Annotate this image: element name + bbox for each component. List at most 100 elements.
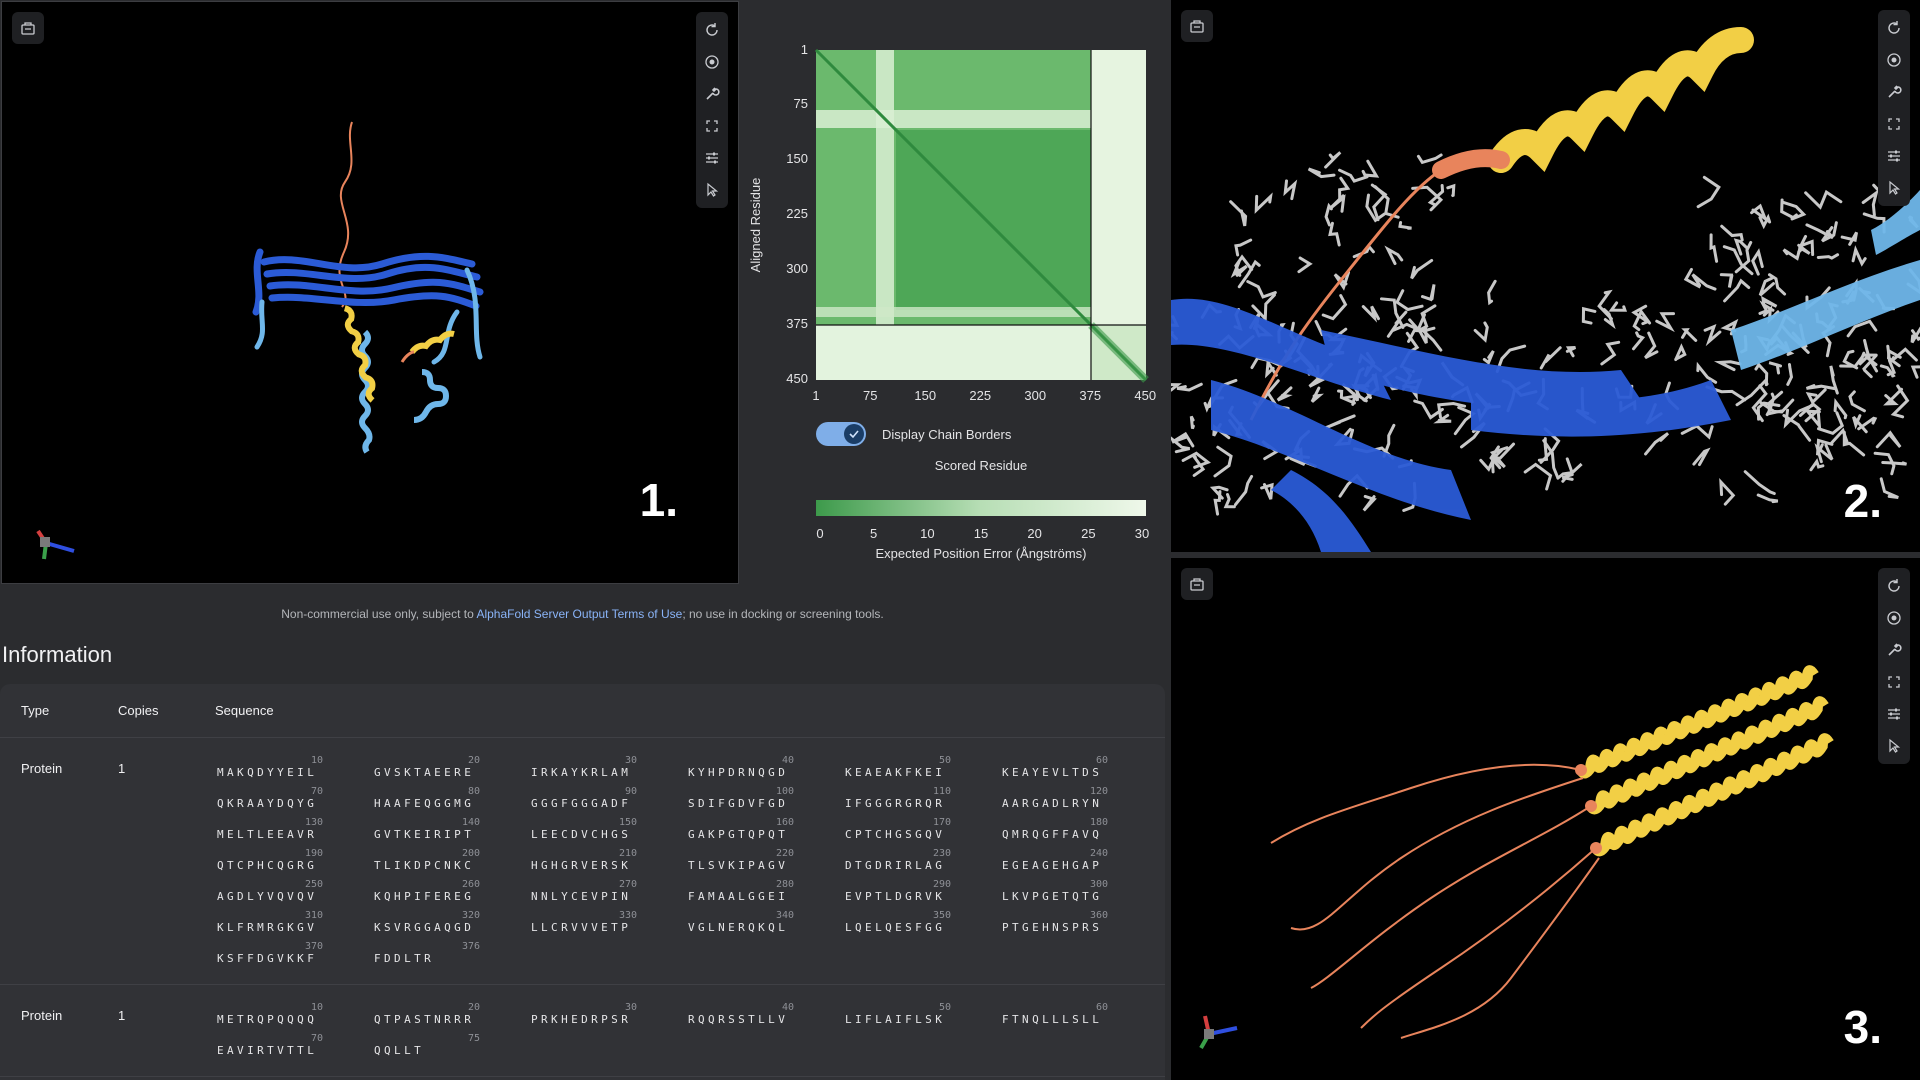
snapshot-button[interactable] <box>12 12 44 44</box>
fullscreen-button[interactable] <box>1878 666 1910 698</box>
sequence-block: 250 AGDLYVQVQV <box>215 876 335 907</box>
focus-button[interactable] <box>1878 602 1910 634</box>
tools-button[interactable] <box>696 78 728 110</box>
settings-button[interactable] <box>1878 140 1910 172</box>
check-icon <box>844 424 864 444</box>
panel-label: 2. <box>1843 475 1882 527</box>
residue-number: 230 <box>932 848 951 859</box>
residue-sequence: AGDLYVQVQV <box>217 890 318 903</box>
settings-button[interactable] <box>1878 698 1910 730</box>
colorbar-tick: 30 <box>1134 526 1150 541</box>
residue-number: 240 <box>1089 848 1108 859</box>
residue-sequence: GVTKEIRIPT <box>374 828 475 841</box>
snapshot-button[interactable] <box>1181 568 1213 600</box>
wrench-icon <box>1888 85 1902 98</box>
camera-box-icon <box>1190 20 1204 33</box>
pae-block-core <box>896 130 1091 310</box>
sliders-icon <box>706 152 718 164</box>
header-sequence: Sequence <box>215 703 274 718</box>
wrench-icon <box>706 87 720 100</box>
sequence-block: 280 FAMAALGGEI <box>686 876 806 907</box>
orientation-axes-icon <box>36 529 75 560</box>
sequence-block: 20 QTPASTNRRR <box>372 999 492 1030</box>
sequence-block: 75 QQLLT <box>372 1030 492 1061</box>
residue-sequence: LIFLAIFLSK <box>845 1013 946 1026</box>
residue-sequence: KSFFDGVKKF <box>217 952 318 965</box>
sequence-block: 220 TLSVKIPAGV <box>686 845 806 876</box>
residue-number: 370 <box>304 941 323 952</box>
residue-number: 290 <box>932 879 951 890</box>
structure-viewer-3[interactable]: 3. <box>1171 558 1920 1080</box>
tools-button[interactable] <box>1878 76 1910 108</box>
sequence-block: 360 PTGEHNSPRS <box>1000 907 1120 938</box>
focus-button[interactable] <box>1878 44 1910 76</box>
sequence-block: 300 LKVPGETQTG <box>1000 876 1120 907</box>
residue-number: 280 <box>775 879 794 890</box>
residue-sequence: SDIFGDVFGD <box>688 797 789 810</box>
residue-number: 220 <box>775 848 794 859</box>
snapshot-button[interactable] <box>1181 10 1213 42</box>
sequence-block: 370 KSFFDGVKKF <box>215 938 335 969</box>
reset-view-button[interactable] <box>1878 12 1910 44</box>
residue-number: 260 <box>461 879 480 890</box>
sequence-block: 130 MELTLEEAVR <box>215 814 335 845</box>
focus-button[interactable] <box>696 46 728 78</box>
reset-view-button[interactable] <box>1878 570 1910 602</box>
select-mode-button[interactable] <box>696 174 728 206</box>
residue-number: 300 <box>1089 879 1108 890</box>
residue-number: 50 <box>938 1002 951 1013</box>
fullscreen-button[interactable] <box>696 110 728 142</box>
notice-text-after: ; no use in docking or screening tools. <box>682 607 884 621</box>
residue-sequence: GVSKTAEERE <box>374 766 475 779</box>
residue-number: 30 <box>624 755 637 766</box>
residue-sequence: LLCRVVVETP <box>531 921 632 934</box>
viewer-toolbar <box>696 12 728 208</box>
residue-sequence: VGLNERQKQL <box>688 921 789 934</box>
pae-heatmap[interactable] <box>746 0 1165 420</box>
sequence-block: 10 METRQPQQQQ <box>215 999 335 1030</box>
residue-sequence: KQHPIFEREG <box>374 890 475 903</box>
select-mode-button[interactable] <box>1878 730 1910 762</box>
terms-link[interactable]: AlphaFold Server Output Terms of Use <box>476 607 682 621</box>
tools-button[interactable] <box>1878 634 1910 666</box>
residue-number: 340 <box>775 910 794 921</box>
residue-number: 40 <box>781 755 794 766</box>
sequence-block: 200 TLIKDPCNKC <box>372 845 492 876</box>
residue-number: 60 <box>1095 755 1108 766</box>
sliders-icon <box>1888 150 1900 162</box>
pae-y-tick: 375 <box>786 316 808 332</box>
pointer-icon <box>1889 738 1901 753</box>
select-mode-button[interactable] <box>1878 172 1910 204</box>
fullscreen-button[interactable] <box>1878 108 1910 140</box>
sequence-block: 60 FTNQLLLSLL <box>1000 999 1120 1030</box>
pae-x-axis-label: Scored Residue <box>934 458 1028 473</box>
settings-button[interactable] <box>696 142 728 174</box>
cell-copies: 1 <box>118 1008 126 1023</box>
sequence-block: 180 QMRQGFFAVQ <box>1000 814 1120 845</box>
coiled-coil-trimer <box>1270 665 1834 1039</box>
residue-sequence: METRQPQQQQ <box>217 1013 318 1026</box>
residue-sequence: QKRAAYDQYG <box>217 797 318 810</box>
colorbar-tick: 10 <box>920 526 935 541</box>
sequence-block: 140 GVTKEIRIPT <box>372 814 492 845</box>
structure-viewer-2[interactable]: 2. <box>1171 0 1920 552</box>
residue-sequence: FTNQLLLSLL <box>1002 1013 1103 1026</box>
focus-icon <box>1887 53 1901 67</box>
sequence-block: 210 HGHGRVERSK <box>529 845 649 876</box>
table-row: Protein 1 10 METRQPQQQQ 20 QTPASTNRRR 30 PRKHED… <box>0 985 1165 1077</box>
sequence-block: 60 KEAYEVLTDS <box>1000 752 1120 783</box>
residue-number: 120 <box>1089 786 1108 797</box>
residue-number: 350 <box>932 910 951 921</box>
sequence-block: 320 KSVRGGAQGD <box>372 907 492 938</box>
pae-block-offdiag <box>1091 50 1146 325</box>
residue-sequence: RQQRSSTLLV <box>688 1013 789 1026</box>
residue-sequence: PRKHEDRPSR <box>531 1013 632 1026</box>
pae-x-tick: 1 <box>812 388 820 403</box>
chain-borders-toggle[interactable] <box>816 422 866 446</box>
structure-viewer-1[interactable]: 1. <box>1 1 739 584</box>
residue-number: 50 <box>938 755 951 766</box>
residue-sequence: HAAFEQGGMG <box>374 797 475 810</box>
residue-sequence: TLIKDPCNKC <box>374 859 475 872</box>
reset-view-button[interactable] <box>696 14 728 46</box>
sequence-block: 170 CPTCHGSGQV <box>843 814 963 845</box>
